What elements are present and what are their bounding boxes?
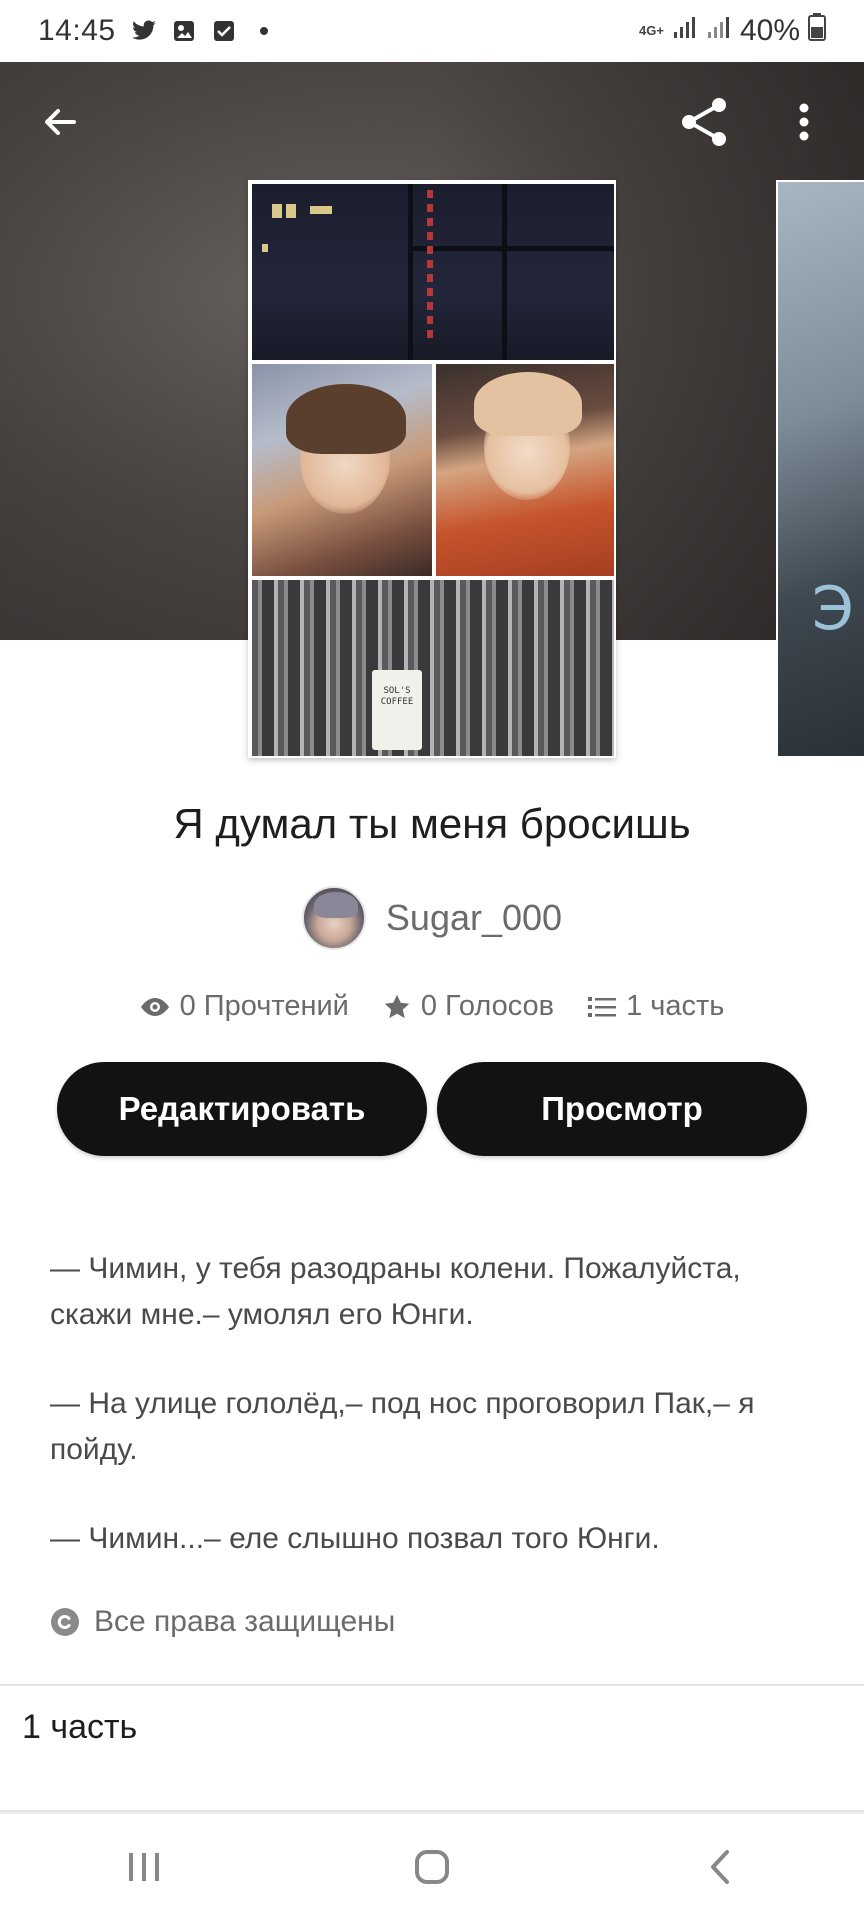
copyright-text: Все права защищены: [94, 1605, 396, 1638]
story-stats: 0 Прочтений 0 Голосов 1 часть: [0, 990, 864, 1023]
next-story-cover[interactable]: Э: [776, 180, 864, 758]
star-icon: [384, 994, 410, 1018]
story-title: Я думал ты меня бросишь: [173, 800, 691, 847]
story-description: — Чимин, у тебя разодраны колени. Пожалу…: [50, 1246, 820, 1605]
recent-apps-button[interactable]: [104, 1827, 184, 1907]
votes-count: 0 Голосов: [420, 990, 555, 1022]
status-right: 4G+ 40%: [639, 13, 826, 49]
battery-icon: [808, 13, 826, 49]
copyright-row: Все права защищены: [50, 1605, 395, 1639]
more-menu-button[interactable]: [774, 92, 834, 152]
action-buttons: Редактировать Просмотр: [57, 1062, 807, 1156]
next-cover-letter: Э: [812, 574, 854, 644]
description-paragraph: — На улице гололёд,– под нос проговорил …: [50, 1387, 755, 1466]
more-vertical-icon: [799, 103, 809, 141]
top-toolbar: [0, 62, 864, 182]
chevron-left-icon: [711, 1850, 729, 1884]
recents-icon: [129, 1853, 159, 1881]
story-cover[interactable]: SOL'S COFFEE: [248, 180, 616, 758]
twitter-icon: [130, 17, 158, 45]
list-icon: [588, 996, 617, 1017]
author-avatar[interactable]: [301, 886, 366, 950]
cover-street: SOL'S COFFEE: [252, 580, 614, 756]
parts-stat: 1 часть: [588, 990, 724, 1023]
system-back-button[interactable]: [680, 1827, 760, 1907]
eye-icon: [140, 997, 169, 1016]
arrow-left-icon: [45, 109, 76, 135]
system-nav-bar: [0, 1812, 864, 1920]
home-button[interactable]: [392, 1827, 472, 1907]
share-button[interactable]: [674, 92, 734, 152]
signal-icon-2: [706, 14, 732, 48]
reads-stat: 0 Прочтений: [140, 990, 349, 1023]
back-button[interactable]: [30, 92, 90, 152]
description-paragraph: — Чимин, у тебя разодраны колени. Пожалу…: [50, 1252, 741, 1331]
reads-count: 0 Прочтений: [179, 990, 349, 1022]
coffee-sign: SOL'S COFFEE: [372, 670, 422, 750]
parts-count: 1 часть: [626, 990, 725, 1022]
parts-header[interactable]: 1 часть: [22, 1708, 137, 1747]
cover-portrait-right: [436, 364, 614, 576]
home-icon: [415, 1850, 449, 1884]
battery-percent: 40%: [739, 14, 800, 47]
cover-portrait-left: [252, 364, 432, 576]
gallery-icon: [170, 17, 198, 45]
checkbox-icon: [210, 17, 238, 45]
network-type: 4G+: [639, 23, 664, 38]
preview-button[interactable]: Просмотр: [437, 1062, 807, 1156]
divider: [0, 1684, 864, 1686]
cover-night-window: [252, 184, 614, 360]
description-paragraph: — Чимин...– еле слышно позвал того Юнги.: [50, 1522, 660, 1555]
status-bar: 14:45 4G+ 40%: [0, 0, 864, 62]
notification-icons: [130, 17, 278, 45]
votes-stat: 0 Голосов: [383, 990, 554, 1023]
author-row[interactable]: Sugar_000: [0, 886, 864, 950]
share-icon: [682, 98, 726, 146]
edit-button[interactable]: Редактировать: [57, 1062, 427, 1156]
status-time: 14:45: [38, 14, 116, 47]
copyright-icon: [51, 1608, 79, 1636]
dot-icon: [250, 17, 278, 45]
author-name[interactable]: Sugar_000: [386, 897, 562, 939]
signal-icon: [672, 14, 698, 48]
